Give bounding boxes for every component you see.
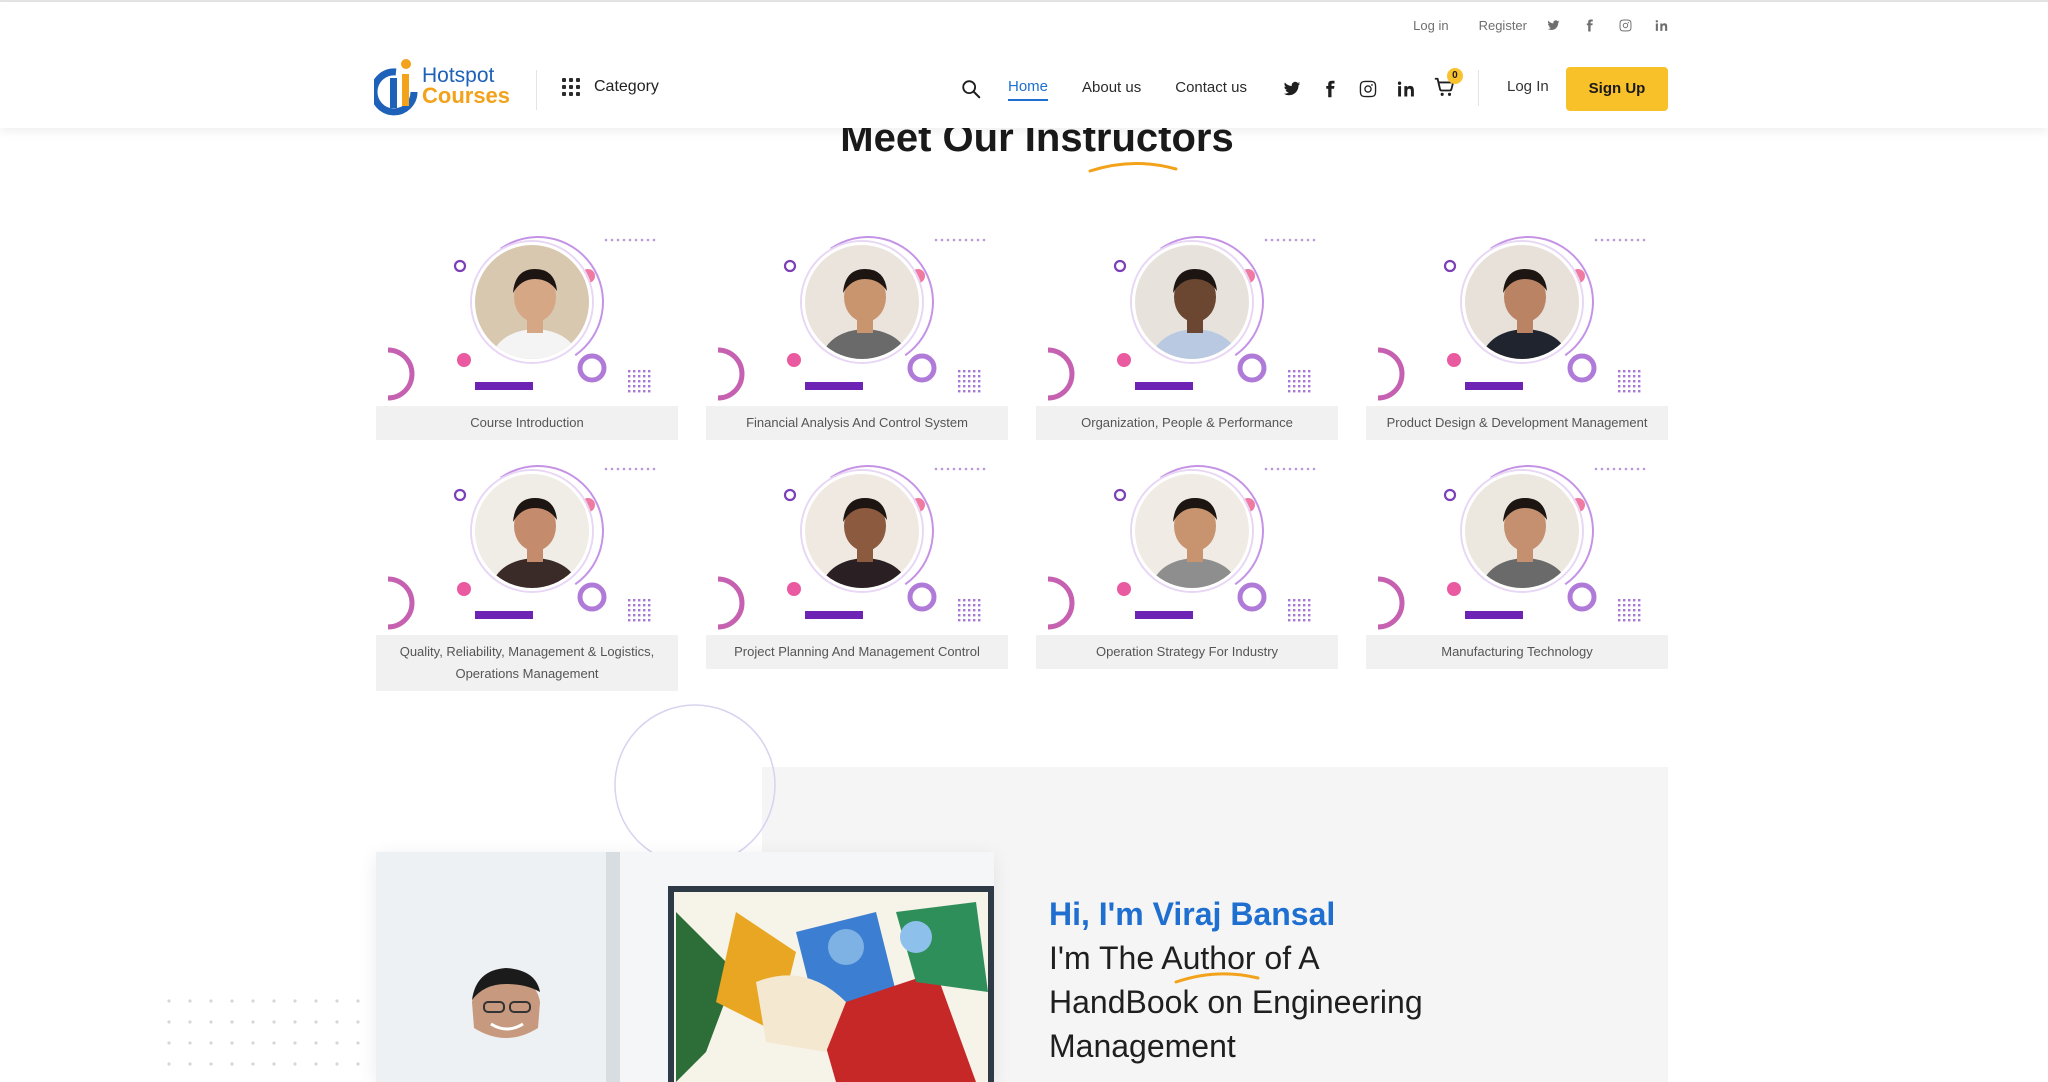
instructor-photo [1462,242,1582,362]
cart-button[interactable]: 0 [1433,68,1463,102]
instructor-card[interactable]: Manufacturing Technology [1366,454,1668,669]
search-icon[interactable] [960,78,982,100]
logo-line2: Courses [422,83,511,108]
category-label: Category [594,78,659,95]
author-photo [376,852,994,1082]
login-button[interactable]: Log In [1507,78,1549,95]
about-line2: HandBook on Engineering [1049,984,1423,1020]
instructor-caption: Organization, People & Performance [1036,406,1338,440]
instructor-caption: Product Design & Development Management [1366,406,1668,440]
nav-home[interactable]: Home [1008,78,1049,101]
instructor-card[interactable]: Operation Strategy For Industry [1036,454,1338,669]
top-login-link[interactable]: Log in [1413,18,1448,33]
linkedin-icon[interactable] [1395,78,1417,100]
instructor-photo [1132,242,1252,362]
instructor-caption: Project Planning And Management Control [706,635,1008,669]
instructor-card[interactable]: Organization, People & Performance [1036,225,1338,440]
about-heading: Hi, I'm Viraj Bansal I'm The Author of A… [1049,892,1549,1068]
about-greeting: Hi, I'm Viraj Bansal [1049,896,1336,932]
instructor-caption: Quality, Reliability, Management & Logis… [376,635,678,691]
about-line3: Management [1049,1028,1236,1064]
instructor-caption: Manufacturing Technology [1366,635,1668,669]
instructor-art [1366,454,1668,635]
twitter-icon[interactable] [1543,15,1563,35]
twitter-icon[interactable] [1281,78,1303,100]
instructor-card[interactable]: Project Planning And Management Control [706,454,1008,669]
instructor-art [1036,454,1338,635]
instructor-photo [802,471,922,591]
logo-text: Hotspot Courses [422,65,511,108]
instructor-photo [802,242,922,362]
site-logo[interactable]: Hotspot Courses [374,58,514,116]
instructor-photo [1462,471,1582,591]
decor-circle-outline [614,704,776,860]
signup-button[interactable]: Sign Up [1566,67,1668,111]
grid-icon [562,78,580,96]
nav-contact[interactable]: Contact us [1175,79,1247,100]
linkedin-icon[interactable] [1651,15,1671,35]
author-underline [1174,972,1260,984]
instructor-card[interactable]: Financial Analysis And Control System [706,225,1008,440]
instructor-photo [472,471,592,591]
instructor-card[interactable]: Course Introduction [376,225,678,440]
instructor-photo [1132,471,1252,591]
instructor-art [1366,225,1668,406]
facebook-icon[interactable] [1319,78,1341,100]
about-line1: I'm The Author of A [1049,940,1320,976]
title-underline [1088,162,1178,173]
facebook-icon[interactable] [1579,15,1599,35]
nav-about[interactable]: About us [1082,79,1141,100]
main-nav: Home About us Contact us 0 [960,68,1463,106]
cart-count-badge: 0 [1446,68,1463,84]
top-register-link[interactable]: Register [1479,18,1527,33]
header-divider [536,70,537,110]
decor-dot-pattern [167,999,360,1066]
header-divider-right [1478,70,1479,106]
instructor-art [706,225,1008,406]
instructor-card[interactable]: Product Design & Development Management [1366,225,1668,440]
instructor-art [706,454,1008,635]
logo-mark-icon [374,59,418,116]
instructor-photo [472,242,592,362]
instagram-icon[interactable] [1357,78,1379,100]
instructor-caption: Course Introduction [376,406,678,440]
instagram-icon[interactable] [1615,15,1635,35]
category-menu[interactable]: Category [562,78,659,96]
instructor-art [1036,225,1338,406]
site-header: Log in Register Hotspot Courses Category… [0,2,2048,128]
instructor-art [376,454,678,635]
top-bar: Log in Register [1383,14,1671,36]
author-photo-illustration [376,852,994,1082]
instructor-caption: Operation Strategy For Industry [1036,635,1338,669]
instructor-caption: Financial Analysis And Control System [706,406,1008,440]
instructor-card[interactable]: Quality, Reliability, Management & Logis… [376,454,678,691]
instructor-art [376,225,678,406]
